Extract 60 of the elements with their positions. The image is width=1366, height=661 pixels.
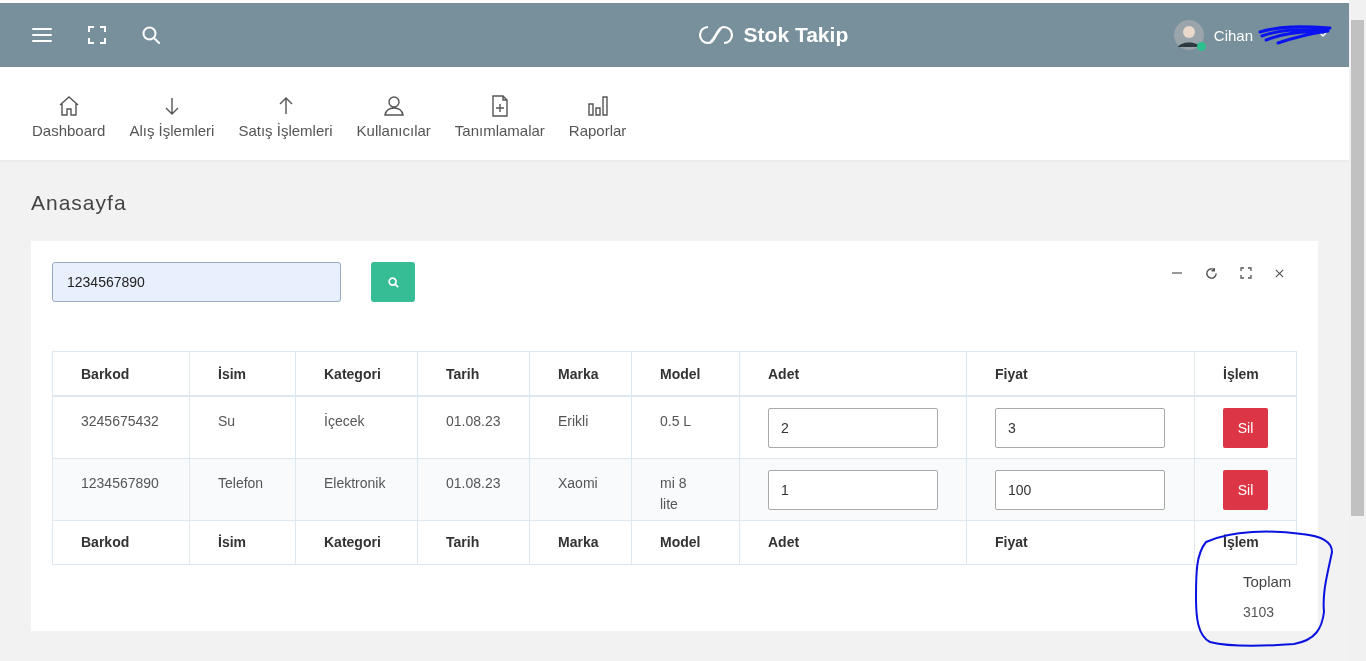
nav-item[interactable]: Dashboard xyxy=(20,94,118,139)
column-header: Barkod xyxy=(52,351,190,396)
column-header: Tarih xyxy=(417,351,530,396)
table-cell: 3245675432 xyxy=(52,396,190,458)
nav-item[interactable]: Raporlar xyxy=(556,94,639,139)
app-title: Stok Takip xyxy=(743,23,849,47)
column-footer: Tarih xyxy=(417,520,530,564)
search-icon xyxy=(387,276,399,288)
table-cell: Erikli xyxy=(529,396,632,458)
column-header: İsim xyxy=(189,351,296,396)
column-footer: İsim xyxy=(189,520,296,564)
column-header: Fiyat xyxy=(966,351,1195,396)
table-cell: 01.08.23 xyxy=(417,396,530,458)
table-cell: Su xyxy=(189,396,296,458)
table-cell: Elektronik xyxy=(295,458,418,520)
search-button[interactable] xyxy=(371,262,415,302)
page-title: Anasayfa xyxy=(31,191,128,215)
table-cell: 01.08.23 xyxy=(417,458,530,520)
fullscreen-icon[interactable] xyxy=(88,26,106,44)
column-header: Kategori xyxy=(295,351,418,396)
table-cell: mi 8 lite xyxy=(631,458,740,520)
quantity-field[interactable]: 1 xyxy=(768,469,938,510)
total-value: 3103 xyxy=(1243,603,1275,620)
bar-chart-icon xyxy=(585,94,610,118)
caret-icon[interactable] xyxy=(1319,32,1327,38)
search-icon[interactable] xyxy=(142,26,160,44)
column-footer: Marka xyxy=(529,520,632,564)
close-icon[interactable] xyxy=(1274,267,1285,279)
nav-item[interactable]: Alış İşlemleri xyxy=(117,94,227,139)
column-footer: Kategori xyxy=(295,520,418,564)
menu-icon[interactable] xyxy=(32,27,52,43)
column-header: İşlem xyxy=(1194,351,1297,396)
column-header: Adet xyxy=(739,351,967,396)
nav-item[interactable]: Tanımlamalar xyxy=(442,94,557,139)
table-cell: 1234567890 xyxy=(52,458,190,520)
nav-item[interactable]: Kullanıcılar xyxy=(344,94,443,139)
avatar[interactable] xyxy=(1173,20,1204,50)
column-footer: Model xyxy=(631,520,740,564)
price-field[interactable]: 100 xyxy=(995,469,1165,510)
expand-icon[interactable] xyxy=(1240,267,1252,279)
total-label: Toplam xyxy=(1243,572,1292,590)
quantity-field[interactable]: 2 xyxy=(768,408,938,448)
table-cell: Telefon xyxy=(189,458,296,520)
table-cell: 0.5 L xyxy=(631,396,740,458)
table-cell: İçecek xyxy=(295,396,418,458)
nav-item[interactable]: Satış İşlemleri xyxy=(226,94,345,139)
column-footer: Adet xyxy=(739,520,967,564)
user-icon xyxy=(381,94,406,118)
column-header: Model xyxy=(631,351,740,396)
table-cell: Xaomi xyxy=(529,458,632,520)
refresh-icon[interactable] xyxy=(1205,266,1218,280)
delete-button[interactable]: Sil xyxy=(1223,408,1268,448)
column-footer: Barkod xyxy=(52,520,190,564)
search-field[interactable]: 1234567890 xyxy=(52,262,341,302)
infinity-logo-icon xyxy=(697,25,734,45)
column-footer: Fiyat xyxy=(966,520,1195,564)
column-header: Marka xyxy=(529,351,632,396)
price-field[interactable]: 3 xyxy=(995,408,1165,448)
delete-button[interactable]: Sil xyxy=(1223,469,1268,510)
column-footer: İşlem xyxy=(1194,520,1297,564)
